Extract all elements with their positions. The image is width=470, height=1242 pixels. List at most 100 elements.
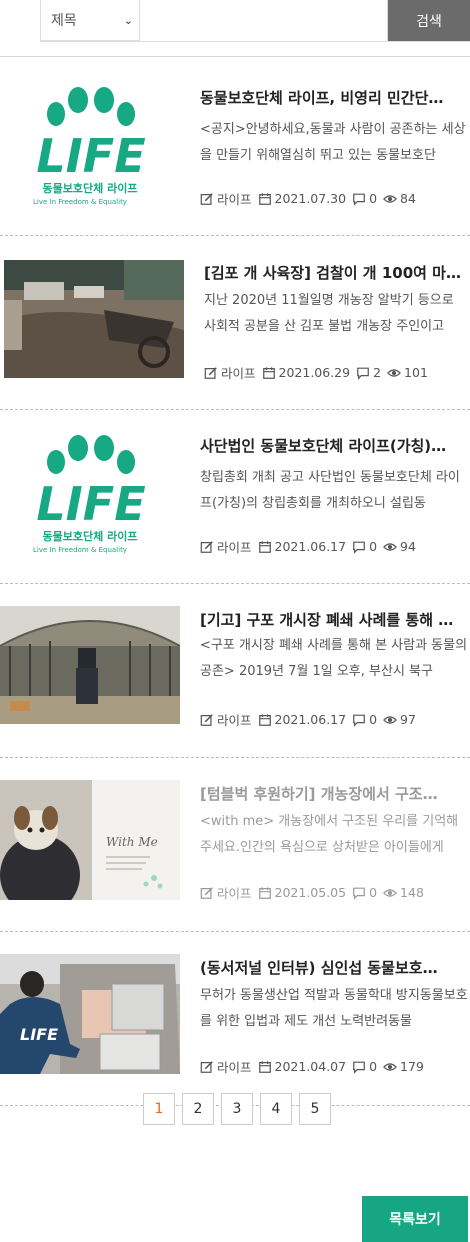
comment-icon — [357, 367, 369, 380]
logo-tagline: Live In Freedom & Equality — [33, 198, 127, 206]
post-excerpt: <구포 개시장 폐쇄 사례를 통해 본 사람과 동물의 공존> 2019년 7월… — [200, 638, 468, 679]
eye-icon — [383, 1062, 398, 1071]
page-button-2[interactable]: 2 — [182, 1093, 214, 1125]
calendar-icon — [262, 366, 275, 379]
search-button[interactable]: 검색 — [388, 0, 470, 41]
post-view-count: 148 — [400, 885, 424, 900]
eye-icon — [383, 194, 398, 203]
edit-icon — [204, 366, 217, 379]
post-item[interactable]: [김포 개 사육장] 검찰이 개 100여 마… 지난 2020년 11월일명 … — [0, 236, 470, 410]
page-button-3[interactable]: 3 — [221, 1093, 253, 1125]
post-excerpt: 지난 2020년 11월일명 개농장 알박기 등으로 사회적 공분을 산 김포 … — [204, 293, 454, 334]
list-view-button[interactable]: 목록보기 — [362, 1196, 468, 1242]
card-text: With Me — [106, 835, 158, 849]
post-comment-count: 2 — [373, 365, 382, 380]
page-button-4[interactable]: 4 — [260, 1093, 292, 1125]
post-date: 2021.05.05 — [274, 885, 347, 900]
post-date: 2021.04.07 — [274, 1059, 347, 1074]
eye-icon — [383, 715, 398, 724]
post-comment-count: 0 — [369, 712, 378, 727]
post-meta: 라이프 2021.06.17 0 97 — [200, 710, 416, 729]
post-date: 2021.07.30 — [274, 191, 347, 206]
post-thumbnail[interactable] — [4, 260, 184, 378]
post-author: 라이프 — [217, 886, 252, 901]
post-view-count: 84 — [400, 191, 416, 206]
logo-name: 동물보호단체 라이프 — [43, 529, 138, 543]
search-bar: 제목 ⌄ 검색 — [40, 0, 470, 42]
post-meta: 라이프 2021.05.05 0 148 — [200, 883, 424, 902]
comment-icon — [353, 887, 365, 900]
post-comment-count: 0 — [369, 539, 378, 554]
page-button-5[interactable]: 5 — [299, 1093, 331, 1125]
eye-icon — [387, 368, 402, 377]
post-date: 2021.06.17 — [274, 539, 347, 554]
post-thumbnail[interactable]: LIFE 동물보호단체 라이프 Live In Freedom & Equali… — [30, 84, 160, 209]
search-select-value: 제목 — [51, 13, 77, 29]
post-comment-count: 0 — [369, 1059, 378, 1074]
post-item[interactable]: With Me [텀블벅 후원하기] 개농장에서 구조… <with me> 개… — [0, 758, 470, 932]
post-item[interactable]: LIFE 동물보호단체 라이프 Live In Freedom & Equali… — [0, 62, 470, 236]
post-title[interactable]: (동서저널 인터뷰) 심인섭 동물보호… — [200, 957, 468, 978]
post-date: 2021.06.17 — [274, 712, 347, 727]
comment-icon — [353, 541, 365, 554]
edit-icon — [200, 886, 213, 899]
post-excerpt: 창립총회 개최 공고 사단법인 동물보호단체 라이프(가칭)의 창립총회를 개최… — [200, 470, 460, 511]
post-title[interactable]: 동물보호단체 라이프, 비영리 민간단… — [200, 87, 468, 108]
calendar-icon — [258, 1060, 271, 1073]
post-author: 라이프 — [217, 1060, 252, 1075]
post-meta: 라이프 2021.04.07 0 179 — [200, 1057, 424, 1076]
post-meta: 라이프 2021.06.17 0 94 — [200, 537, 416, 556]
post-view-count: 179 — [400, 1059, 424, 1074]
post-item[interactable]: LIFE 동물보호단체 라이프 Live In Freedom & Equali… — [0, 410, 470, 584]
post-author: 라이프 — [217, 540, 252, 555]
post-excerpt: <with me> 개농장에서 구조된 우리를 기억해주세요.인간의 욕심으로 … — [200, 814, 459, 855]
pagination: 1 2 3 4 5 — [143, 1093, 331, 1125]
logo-name: 동물보호단체 라이프 — [43, 181, 138, 195]
post-meta: 라이프 2021.06.29 2 101 — [204, 363, 428, 382]
post-view-count: 94 — [400, 539, 416, 554]
post-excerpt: 무허가 동물생산업 적발과 동물학대 방지동물보호를 위한 입법과 제도 개선 … — [200, 988, 468, 1029]
post-comment-count: 0 — [369, 885, 378, 900]
post-excerpt: <공지>안녕하세요,동물과 사람이 공존하는 세상을 만들기 위해열심히 뛰고 … — [200, 122, 466, 163]
logo-text: LIFE — [36, 477, 145, 531]
edit-icon — [200, 1060, 213, 1073]
logo-text: LIFE — [36, 129, 145, 183]
post-view-count: 101 — [404, 365, 428, 380]
edit-icon — [200, 713, 213, 726]
post-thumbnail[interactable] — [0, 606, 180, 724]
comment-icon — [353, 193, 365, 206]
calendar-icon — [258, 540, 271, 553]
comment-icon — [353, 1061, 365, 1074]
post-title[interactable]: [김포 개 사육장] 검찰이 개 100여 마… — [204, 262, 468, 283]
page-button-1[interactable]: 1 — [143, 1093, 175, 1125]
post-author: 라이프 — [217, 713, 252, 728]
eye-icon — [383, 888, 398, 897]
post-thumbnail[interactable]: With Me — [0, 780, 180, 900]
post-comment-count: 0 — [369, 191, 378, 206]
post-item[interactable]: LIFE (동서저널 인터뷰) 심인섭 동물보호… 무허가 동물생산업 적발과 … — [0, 932, 470, 1106]
logo-tagline: Live In Freedom & Equality — [33, 546, 127, 554]
post-date: 2021.06.29 — [278, 365, 351, 380]
post-thumbnail[interactable]: LIFE — [0, 954, 180, 1074]
edit-icon — [200, 540, 213, 553]
svg-text:LIFE: LIFE — [20, 1025, 58, 1044]
post-meta: 라이프 2021.07.30 0 84 — [200, 189, 416, 208]
post-title[interactable]: [기고] 구포 개시장 폐쇄 사례를 통해 … — [200, 609, 468, 630]
top-divider — [0, 56, 470, 57]
search-input[interactable] — [140, 0, 388, 41]
post-thumbnail[interactable]: LIFE 동물보호단체 라이프 Live In Freedom & Equali… — [30, 432, 160, 557]
calendar-icon — [258, 886, 271, 899]
chevron-down-icon: ⌄ — [123, 13, 133, 27]
edit-icon — [200, 192, 213, 205]
search-field-select[interactable]: 제목 ⌄ — [40, 0, 140, 41]
comment-icon — [353, 714, 365, 727]
calendar-icon — [258, 192, 271, 205]
post-title[interactable]: 사단법인 동물보호단체 라이프(가칭)… — [200, 435, 468, 456]
post-view-count: 97 — [400, 712, 416, 727]
post-author: 라이프 — [221, 366, 256, 381]
post-item[interactable]: [기고] 구포 개시장 폐쇄 사례를 통해 … <구포 개시장 폐쇄 사례를 통… — [0, 584, 470, 758]
calendar-icon — [258, 713, 271, 726]
post-title[interactable]: [텀블벅 후원하기] 개농장에서 구조… — [200, 783, 468, 804]
post-author: 라이프 — [217, 192, 252, 207]
eye-icon — [383, 542, 398, 551]
